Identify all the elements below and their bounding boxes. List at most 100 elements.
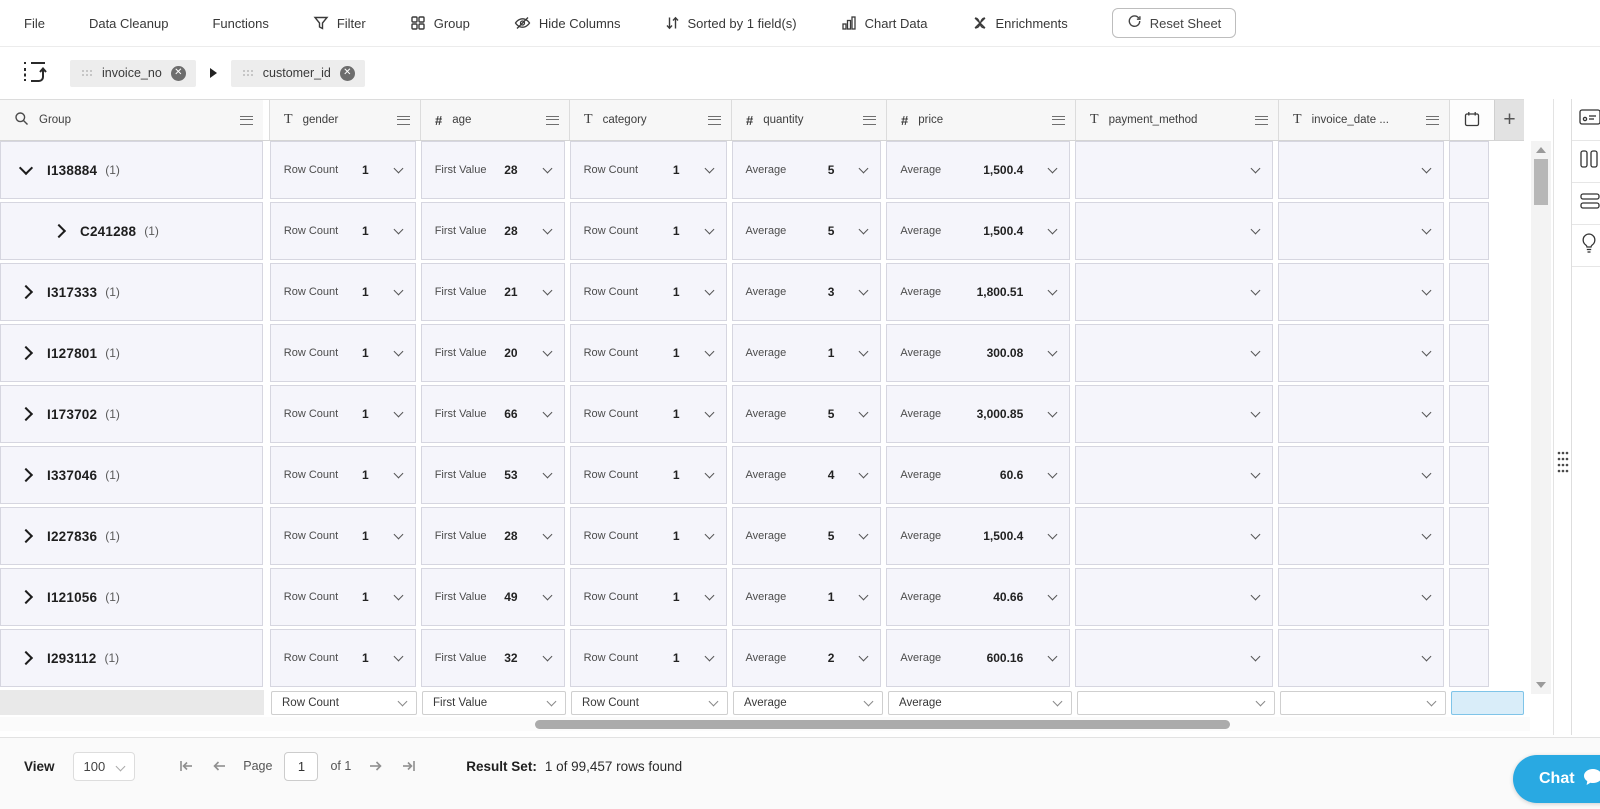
rows-per-page-select[interactable]: 100 [72,751,136,781]
previous-page-button[interactable] [211,758,228,774]
chevron-down-icon[interactable] [542,651,553,662]
chevron-down-icon[interactable] [704,651,714,662]
chevron-down-icon[interactable] [1047,529,1058,540]
drag-handle-icon[interactable] [82,69,93,77]
chevron-down-icon[interactable] [704,468,714,479]
column-header-price[interactable]: # price [886,100,1075,140]
vertical-scrollbar[interactable] [1531,141,1551,694]
chevron-down-icon[interactable] [18,160,34,176]
last-page-button[interactable] [400,758,418,774]
chevron-down-icon[interactable] [393,346,404,357]
column-menu-icon[interactable] [397,115,410,125]
chevron-down-icon[interactable] [858,285,869,296]
chevron-down-icon[interactable] [1421,651,1432,662]
horizontal-scrollbar-thumb[interactable] [535,719,1230,729]
chevron-down-icon[interactable] [1421,590,1432,601]
vertical-scrollbar-thumb[interactable] [1534,159,1548,205]
chevron-down-icon[interactable] [1047,346,1058,357]
reset-sheet-button[interactable]: Reset Sheet [1111,8,1237,38]
chevron-right-icon[interactable] [18,528,34,544]
agg-select-invoice-date[interactable] [1280,690,1446,715]
agg-select-age[interactable]: First Value [422,690,566,715]
menu-filter[interactable]: Filter [313,15,366,31]
menu-functions[interactable]: Functions [212,16,268,31]
group-cell[interactable]: I173702 (1) [0,385,263,443]
chevron-down-icon[interactable] [704,224,714,235]
chevron-down-icon[interactable] [858,346,869,357]
chevron-down-icon[interactable] [1047,163,1058,174]
chevron-down-icon[interactable] [1250,163,1261,174]
column-header-group[interactable]: Group [0,100,263,140]
chevron-down-icon[interactable] [393,407,404,418]
chevron-down-icon[interactable] [704,590,714,601]
chat-button[interactable]: Chat [1513,755,1600,803]
add-column-button[interactable]: + [1494,100,1524,140]
chevron-down-icon[interactable] [858,224,869,235]
sidebar-chart-settings-button[interactable] [1572,99,1600,141]
menu-group[interactable]: Group [410,15,470,31]
chevron-right-icon[interactable] [18,284,34,300]
chevron-down-icon[interactable] [542,346,553,357]
ungroup-icon[interactable] [20,57,48,90]
column-menu-icon[interactable] [1255,115,1268,125]
table-row[interactable]: I173702 (1) Row Count 1 First Value 66 Row… [0,385,1489,443]
agg-select-category[interactable]: Row Count [571,690,728,715]
column-header-invoice-date[interactable]: T invoice_date ... [1278,100,1449,140]
table-row[interactable]: I138884 (1) Row Count 1 First Value 28 Row… [0,141,1489,199]
chevron-down-icon[interactable] [1250,590,1261,601]
column-header-category[interactable]: T category [569,100,731,140]
drag-handle-icon[interactable] [242,69,254,77]
menu-file[interactable]: File [24,16,45,31]
sidebar-columns-button[interactable] [1572,141,1600,183]
chevron-down-icon[interactable] [1250,651,1261,662]
drag-grip-icon[interactable] [1556,450,1570,479]
chevron-down-icon[interactable] [858,590,869,601]
chevron-down-icon[interactable] [542,407,553,418]
chevron-down-icon[interactable] [393,163,404,174]
group-cell[interactable]: I121056 (1) [0,568,263,626]
chevron-down-icon[interactable] [704,163,714,174]
chevron-down-icon[interactable] [704,407,714,418]
search-icon[interactable] [14,111,29,129]
chevron-down-icon[interactable] [393,224,404,235]
sidebar-rows-button[interactable] [1572,183,1600,225]
column-menu-icon[interactable] [240,115,253,125]
chevron-down-icon[interactable] [542,468,553,479]
chevron-down-icon[interactable] [393,651,404,662]
chevron-down-icon[interactable] [1047,224,1058,235]
chevron-down-icon[interactable] [704,346,714,357]
chevron-down-icon[interactable] [1421,285,1432,296]
group-cell[interactable]: I138884 (1) [0,141,263,199]
panel-resize-strip[interactable] [1553,99,1571,735]
chevron-down-icon[interactable] [393,529,404,540]
column-header-quantity[interactable]: # quantity [731,100,886,140]
chevron-down-icon[interactable] [1421,346,1432,357]
chevron-down-icon[interactable] [542,163,553,174]
chevron-down-icon[interactable] [393,468,404,479]
group-chip-customer-id[interactable]: customer_id ✕ [230,59,365,87]
agg-select-highlighted[interactable] [1451,690,1524,715]
chevron-down-icon[interactable] [393,285,404,296]
column-menu-icon[interactable] [546,115,559,125]
chevron-down-icon[interactable] [1250,224,1261,235]
menu-sorted[interactable]: Sorted by 1 field(s) [665,15,797,31]
scroll-up-arrow-icon[interactable] [1536,147,1546,153]
group-cell[interactable]: I227836 (1) [0,507,263,565]
chevron-right-icon[interactable] [51,223,67,239]
agg-select-price[interactable]: Average [888,690,1072,715]
chevron-down-icon[interactable] [1421,468,1432,479]
chevron-right-icon[interactable] [18,467,34,483]
chevron-down-icon[interactable] [542,285,553,296]
group-chip-invoice-no[interactable]: invoice_no ✕ [70,59,196,87]
chevron-right-icon[interactable] [18,406,34,422]
chevron-right-icon[interactable] [18,345,34,361]
remove-chip-icon[interactable]: ✕ [170,65,186,81]
column-header-date-picker[interactable] [1449,100,1494,140]
menu-chart-data[interactable]: Chart Data [841,15,928,31]
chevron-down-icon[interactable] [858,651,869,662]
chevron-down-icon[interactable] [1421,529,1432,540]
table-row[interactable]: I121056 (1) Row Count 1 First Value 49 Row… [0,568,1489,626]
chevron-down-icon[interactable] [858,163,869,174]
group-cell[interactable]: I127801 (1) [0,324,263,382]
page-number-input[interactable] [284,751,319,781]
